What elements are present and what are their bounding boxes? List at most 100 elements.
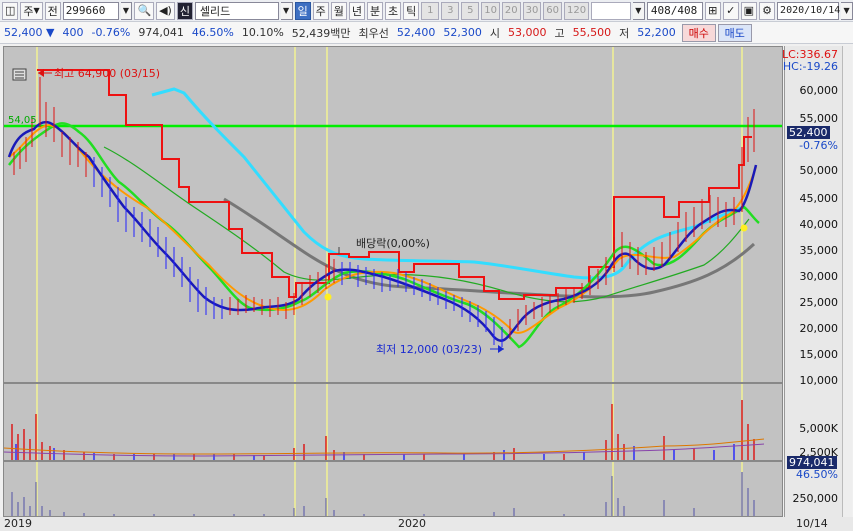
credit-badge: 신 [176,1,193,20]
signal-dot [324,293,332,301]
bid-price: 52,300 [443,26,482,39]
x-label-2019: 2019 [4,517,32,530]
volume-tick: 5,000K [799,422,838,435]
volume2-chart[interactable] [3,461,783,517]
cyan-line [151,87,745,280]
chevron-down-icon: ▼ [33,6,40,15]
tab-tick[interactable]: 틱 [403,1,420,20]
speaker-icon[interactable]: ◀) [156,1,175,20]
interval-1[interactable]: 1 [421,1,440,20]
grid-icon[interactable]: ⊞ [704,1,721,20]
time-axis: 2019 2020 10/14 [0,517,853,531]
price-tick: 50,000 [799,164,839,177]
interval-3[interactable]: 3 [441,1,460,20]
hc-label: HC:-19.26 [782,60,838,73]
interval-120[interactable]: 120 [564,1,590,20]
prev-button[interactable]: 전 [44,1,61,20]
price-chart-svg: 최고 64,900 (03/15) 54,05 배당락(0,00%) 최저 12… [4,47,782,382]
market-label: 주 [23,4,34,18]
stock-code-input[interactable]: 299660 [62,1,119,20]
volume-ma2-line [4,438,765,455]
volume-chart[interactable] [3,383,783,461]
price-tick: 35,000 [799,244,839,257]
signal-dot [740,224,748,232]
high-label: 고 [554,26,565,40]
last-price-badge: 52,400 [787,126,830,139]
high-price: 55,500 [572,26,612,39]
interval-10[interactable]: 10 [481,1,500,20]
price-tick: 25,000 [799,296,839,309]
open-price: 53,000 [508,26,547,39]
stock-name-field[interactable]: 셀리드 [194,1,279,20]
low-label: 저 [619,26,630,40]
volume-ma-line [4,443,765,457]
last-change-label: -0.76% [799,139,838,152]
name-dropdown-icon[interactable]: ▼ [280,1,293,20]
current-price: 52,400 ▼ [4,26,55,39]
volume: 974,041 [138,26,184,39]
count-value: 408 [650,4,671,17]
price-tick: 20,000 [799,322,839,335]
search-icon[interactable]: 🔍 [134,1,155,20]
interval-60[interactable]: 60 [543,1,562,20]
price-line [7,120,758,342]
volume2-tick: 250,000 [792,492,839,505]
buy-button[interactable]: 매수 [681,23,716,42]
code-dropdown-icon[interactable]: ▼ [120,1,133,20]
interval-custom-input[interactable] [591,1,631,20]
tab-second[interactable]: 초 [385,1,402,20]
price-tick: 10,000 [799,374,839,387]
tab-month[interactable]: 월 [330,1,347,20]
volume-chart-svg [4,384,765,460]
sell-button[interactable]: 매도 [717,23,752,42]
price-tick: 30,000 [799,270,839,283]
price-tick: 15,000 [799,348,839,361]
last-volume-ratio: 46.50% [796,468,838,481]
market-select[interactable]: 주 ▼ [20,1,43,20]
price-tick: 40,000 [799,218,839,231]
tab-week[interactable]: 주 [312,1,329,20]
open-label: 시 [489,26,501,40]
high-annotation: 최고 64,900 (03/15) [54,67,160,80]
price-tick: 55,000 [799,112,839,125]
turnover: 10.10% [241,26,284,39]
vertical-scrollbar[interactable] [842,46,852,517]
save-icon[interactable]: ▣ [740,1,758,20]
date-dropdown-icon[interactable]: ▼ [841,1,853,20]
ask-price: 52,400 [396,26,436,39]
ichimoku-line [37,69,752,300]
x-label-end: 10/14 [796,517,828,530]
window-icon[interactable]: ◫ [2,1,19,20]
date-field[interactable]: 2020/10/14 [777,1,840,20]
toolbar: ◫ 주 ▼ 전 299660 ▼ 🔍 ◀) 신 셀리드 ▼ 일 주 월 년 분 초… [0,0,853,22]
tab-day[interactable]: 일 [294,1,311,20]
interval-20[interactable]: 20 [501,1,521,20]
quote-bar: 52,400 ▼ 400 -0.76% 974,041 46.50% 10.10… [0,22,853,44]
price-change: 400 [62,26,84,39]
gear-icon[interactable]: ⚙ [759,1,776,20]
tab-year[interactable]: 년 [348,1,365,20]
chart-panel: 최고 64,900 (03/15) 54,05 배당락(0,00%) 최저 12… [0,44,853,531]
count-total: /408 [670,4,698,17]
down-arrow-icon: ▼ [46,26,55,39]
price-tick: 60,000 [799,84,839,97]
volume2-chart-svg [11,462,755,516]
interval-30[interactable]: 30 [522,1,542,20]
low-price: 52,200 [637,26,676,39]
checkmark-icon[interactable]: ✓ [722,1,739,20]
ma-mid-line [103,146,750,303]
trade-amount: 52,439백만 [291,26,351,40]
price-change-pct: -0.76% [91,26,131,39]
hline-value-label: 54,05 [8,115,37,126]
volume-ratio: 46.50% [191,26,234,39]
tab-minute[interactable]: 분 [366,1,384,20]
interval-dropdown-icon[interactable]: ▼ [632,1,645,20]
interval-5[interactable]: 5 [461,1,480,20]
low-annotation: 최저 12,000 (03/23) [376,343,482,356]
volume2-bars [11,472,755,516]
x-label-2020: 2020 [398,517,426,530]
dividend-annotation: 배당락(0,00%) [356,237,430,250]
low-arrow-icon [498,345,504,353]
price-chart[interactable]: 최고 64,900 (03/15) 54,05 배당락(0,00%) 최저 12… [3,46,783,383]
count-field[interactable]: 408/408 [646,1,703,20]
